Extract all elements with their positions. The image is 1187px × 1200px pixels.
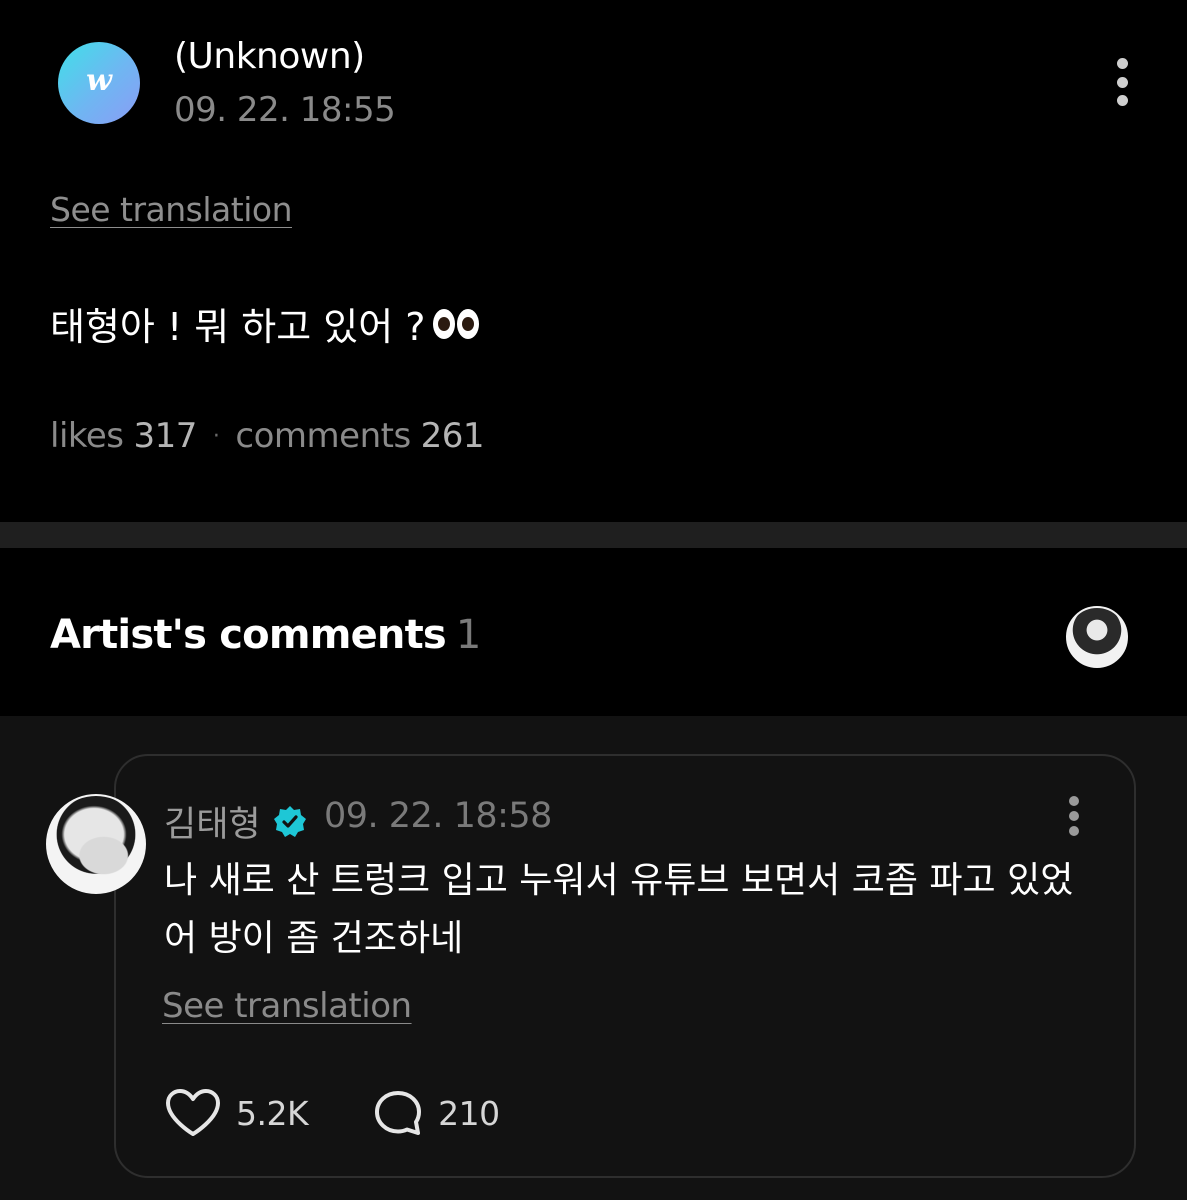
post-see-translation-link[interactable]: See translation bbox=[50, 190, 292, 229]
weverse-logo-icon: w bbox=[86, 63, 112, 98]
comment-actions: 5.2K 210 bbox=[164, 1088, 500, 1138]
verified-badge-icon bbox=[273, 805, 306, 837]
likes-count: 317 bbox=[133, 416, 198, 456]
like-button[interactable]: 5.2K bbox=[164, 1088, 309, 1138]
artist-comments-title-text: Artist's comments bbox=[50, 612, 447, 658]
comment-text: 나 새로 산 트렁크 입고 누워서 유튜브 보면서 코좀 파고 있었어 방이 좀… bbox=[164, 860, 1074, 959]
post-stats: likes 317 · comments 261 bbox=[50, 416, 485, 456]
like-count: 5.2K bbox=[236, 1093, 309, 1133]
post-more-options-icon[interactable] bbox=[1114, 58, 1130, 106]
reply-button[interactable]: 210 bbox=[372, 1088, 500, 1138]
comment-more-options-icon[interactable] bbox=[1066, 796, 1082, 836]
comment-timestamp: 09. 22. 18:58 bbox=[324, 796, 552, 836]
weverse-avatar[interactable]: w bbox=[58, 42, 140, 124]
artist-comments-title: Artist's comments 1 bbox=[50, 612, 481, 658]
heart-icon bbox=[166, 1089, 220, 1136]
commenter-name-text[interactable]: 김태형 bbox=[164, 796, 261, 847]
likes-label: likes bbox=[50, 416, 124, 456]
commenter-name[interactable]: 김태형 bbox=[164, 796, 307, 847]
comments-label[interactable]: comments bbox=[235, 416, 411, 456]
post-body: 태형아 ! 뭐 하고 있어 ? bbox=[50, 296, 480, 351]
artist-thumbnail-avatar[interactable] bbox=[1066, 606, 1128, 668]
comment-bubble-icon bbox=[375, 1091, 422, 1135]
post: w (Unknown) 09. 22. 18:55 See translatio… bbox=[0, 0, 1187, 522]
eyes-emoji-icon bbox=[433, 308, 480, 339]
stats-separator: · bbox=[212, 423, 220, 449]
artist-comments-count: 1 bbox=[455, 612, 481, 658]
commenter-avatar[interactable] bbox=[46, 794, 146, 894]
reply-count: 210 bbox=[438, 1093, 500, 1133]
comments-count[interactable]: 261 bbox=[421, 416, 485, 456]
post-author-name[interactable]: (Unknown) bbox=[174, 36, 365, 77]
post-body-text: 태형아 ! 뭐 하고 있어 ? bbox=[50, 305, 426, 349]
post-timestamp: 09. 22. 18:55 bbox=[174, 90, 396, 130]
comment-see-translation-link[interactable]: See translation bbox=[162, 986, 412, 1026]
artist-comments-header: Artist's comments 1 bbox=[0, 548, 1187, 716]
section-divider bbox=[0, 522, 1187, 548]
